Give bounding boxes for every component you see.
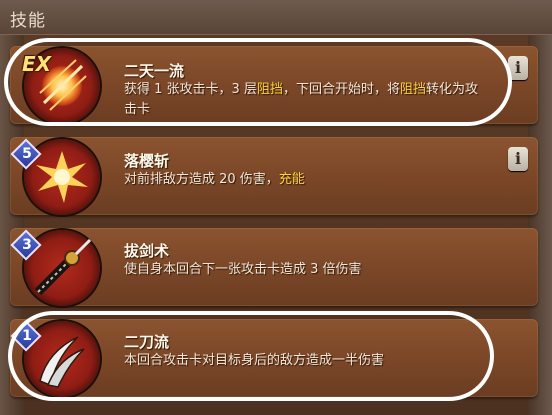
highlight-circle-top <box>4 38 512 126</box>
skill-name: 落樱斩 <box>124 152 170 170</box>
skill-description: 使自身本回合下一张攻击卡造成 3 倍伤害 <box>124 262 362 277</box>
cost-badge-value: 5 <box>22 146 32 162</box>
skill-name: 拔剑术 <box>124 242 170 260</box>
cost-badge-value: 3 <box>22 237 32 253</box>
skill-description: 对前排敌方造成 20 伤害，充能 <box>124 172 305 187</box>
skills-header: 技能 <box>0 0 552 35</box>
skills-title: 技能 <box>10 11 46 31</box>
info-button[interactable]: i <box>508 147 528 171</box>
highlight-circle-bottom <box>8 311 494 401</box>
